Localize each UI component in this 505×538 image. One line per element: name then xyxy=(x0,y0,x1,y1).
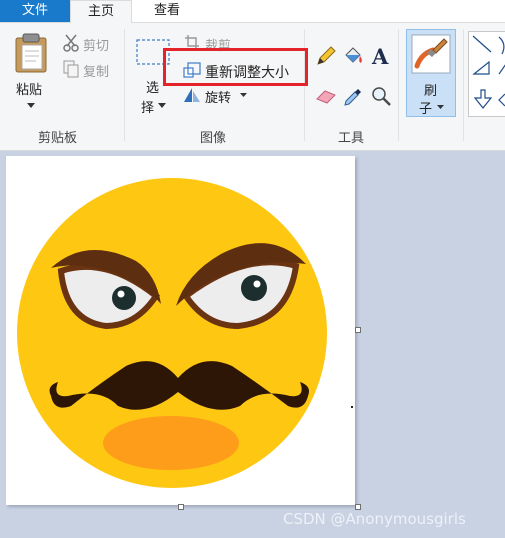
chevron-down-icon xyxy=(240,93,247,97)
select-label-line2: 择 xyxy=(141,101,155,116)
shapes-gallery[interactable] xyxy=(468,31,505,117)
angry-mustache-emoji-image xyxy=(17,178,327,488)
paste-button[interactable]: 粘贴 xyxy=(8,27,54,115)
rotate-icon xyxy=(184,88,200,102)
svg-text:A: A xyxy=(371,45,389,67)
watermark-text: CSDN @Anonymousgirls xyxy=(283,510,466,528)
tab-view[interactable]: 查看 xyxy=(140,0,194,22)
resize-highlight-box xyxy=(163,48,308,86)
shapes-icons xyxy=(472,35,505,109)
ribbon: 粘贴 剪切 复制 剪贴板 选 择 裁剪 重新调整大小 旋转 图像 A 工具 刷 … xyxy=(0,23,505,151)
rotate-button[interactable]: 旋转 xyxy=(182,85,252,106)
copy-label: 复制 xyxy=(83,65,110,80)
chevron-down-icon xyxy=(437,105,444,109)
brushes-label-line1: 刷 xyxy=(424,84,438,99)
group-divider xyxy=(463,29,464,141)
magnifier-icon[interactable] xyxy=(370,85,392,107)
image-group-label: 图像 xyxy=(200,131,227,146)
brushes-button[interactable]: 刷 子 xyxy=(406,29,456,117)
tab-home[interactable]: 主页 xyxy=(70,0,132,23)
brush-icon xyxy=(411,34,451,74)
eraser-icon[interactable] xyxy=(315,85,337,107)
cut-label: 剪切 xyxy=(83,39,110,54)
scissors-icon xyxy=(63,34,79,52)
tab-file[interactable]: 文件 xyxy=(0,0,70,22)
chevron-down-icon xyxy=(27,103,35,108)
canvas-resize-handle-bottom[interactable] xyxy=(178,504,184,510)
group-divider xyxy=(398,29,399,141)
fill-bucket-icon[interactable] xyxy=(342,45,364,67)
canvas-area[interactable] xyxy=(0,151,505,538)
chevron-down-icon xyxy=(158,103,166,108)
text-icon[interactable]: A xyxy=(370,45,392,67)
color-picker-icon[interactable] xyxy=(342,85,364,107)
brushes-label-line2: 子 xyxy=(419,102,433,117)
drawing-canvas[interactable] xyxy=(6,156,355,505)
rotate-label: 旋转 xyxy=(205,91,232,106)
cursor-dot xyxy=(351,406,353,408)
copy-button[interactable]: 复制 xyxy=(60,59,118,80)
paste-label: 粘贴 xyxy=(16,83,43,98)
pencil-icon[interactable] xyxy=(315,45,337,67)
canvas-resize-handle-right[interactable] xyxy=(355,327,361,333)
copy-icon xyxy=(63,60,79,78)
group-divider xyxy=(124,29,125,141)
tools-group-label: 工具 xyxy=(338,131,365,146)
clipboard-icon xyxy=(15,33,47,73)
select-label-line1: 选 xyxy=(146,81,160,96)
cut-button[interactable]: 剪切 xyxy=(60,33,118,54)
ribbon-tab-bar: 文件 主页 查看 xyxy=(0,0,505,23)
clipboard-group-label: 剪贴板 xyxy=(38,131,78,146)
